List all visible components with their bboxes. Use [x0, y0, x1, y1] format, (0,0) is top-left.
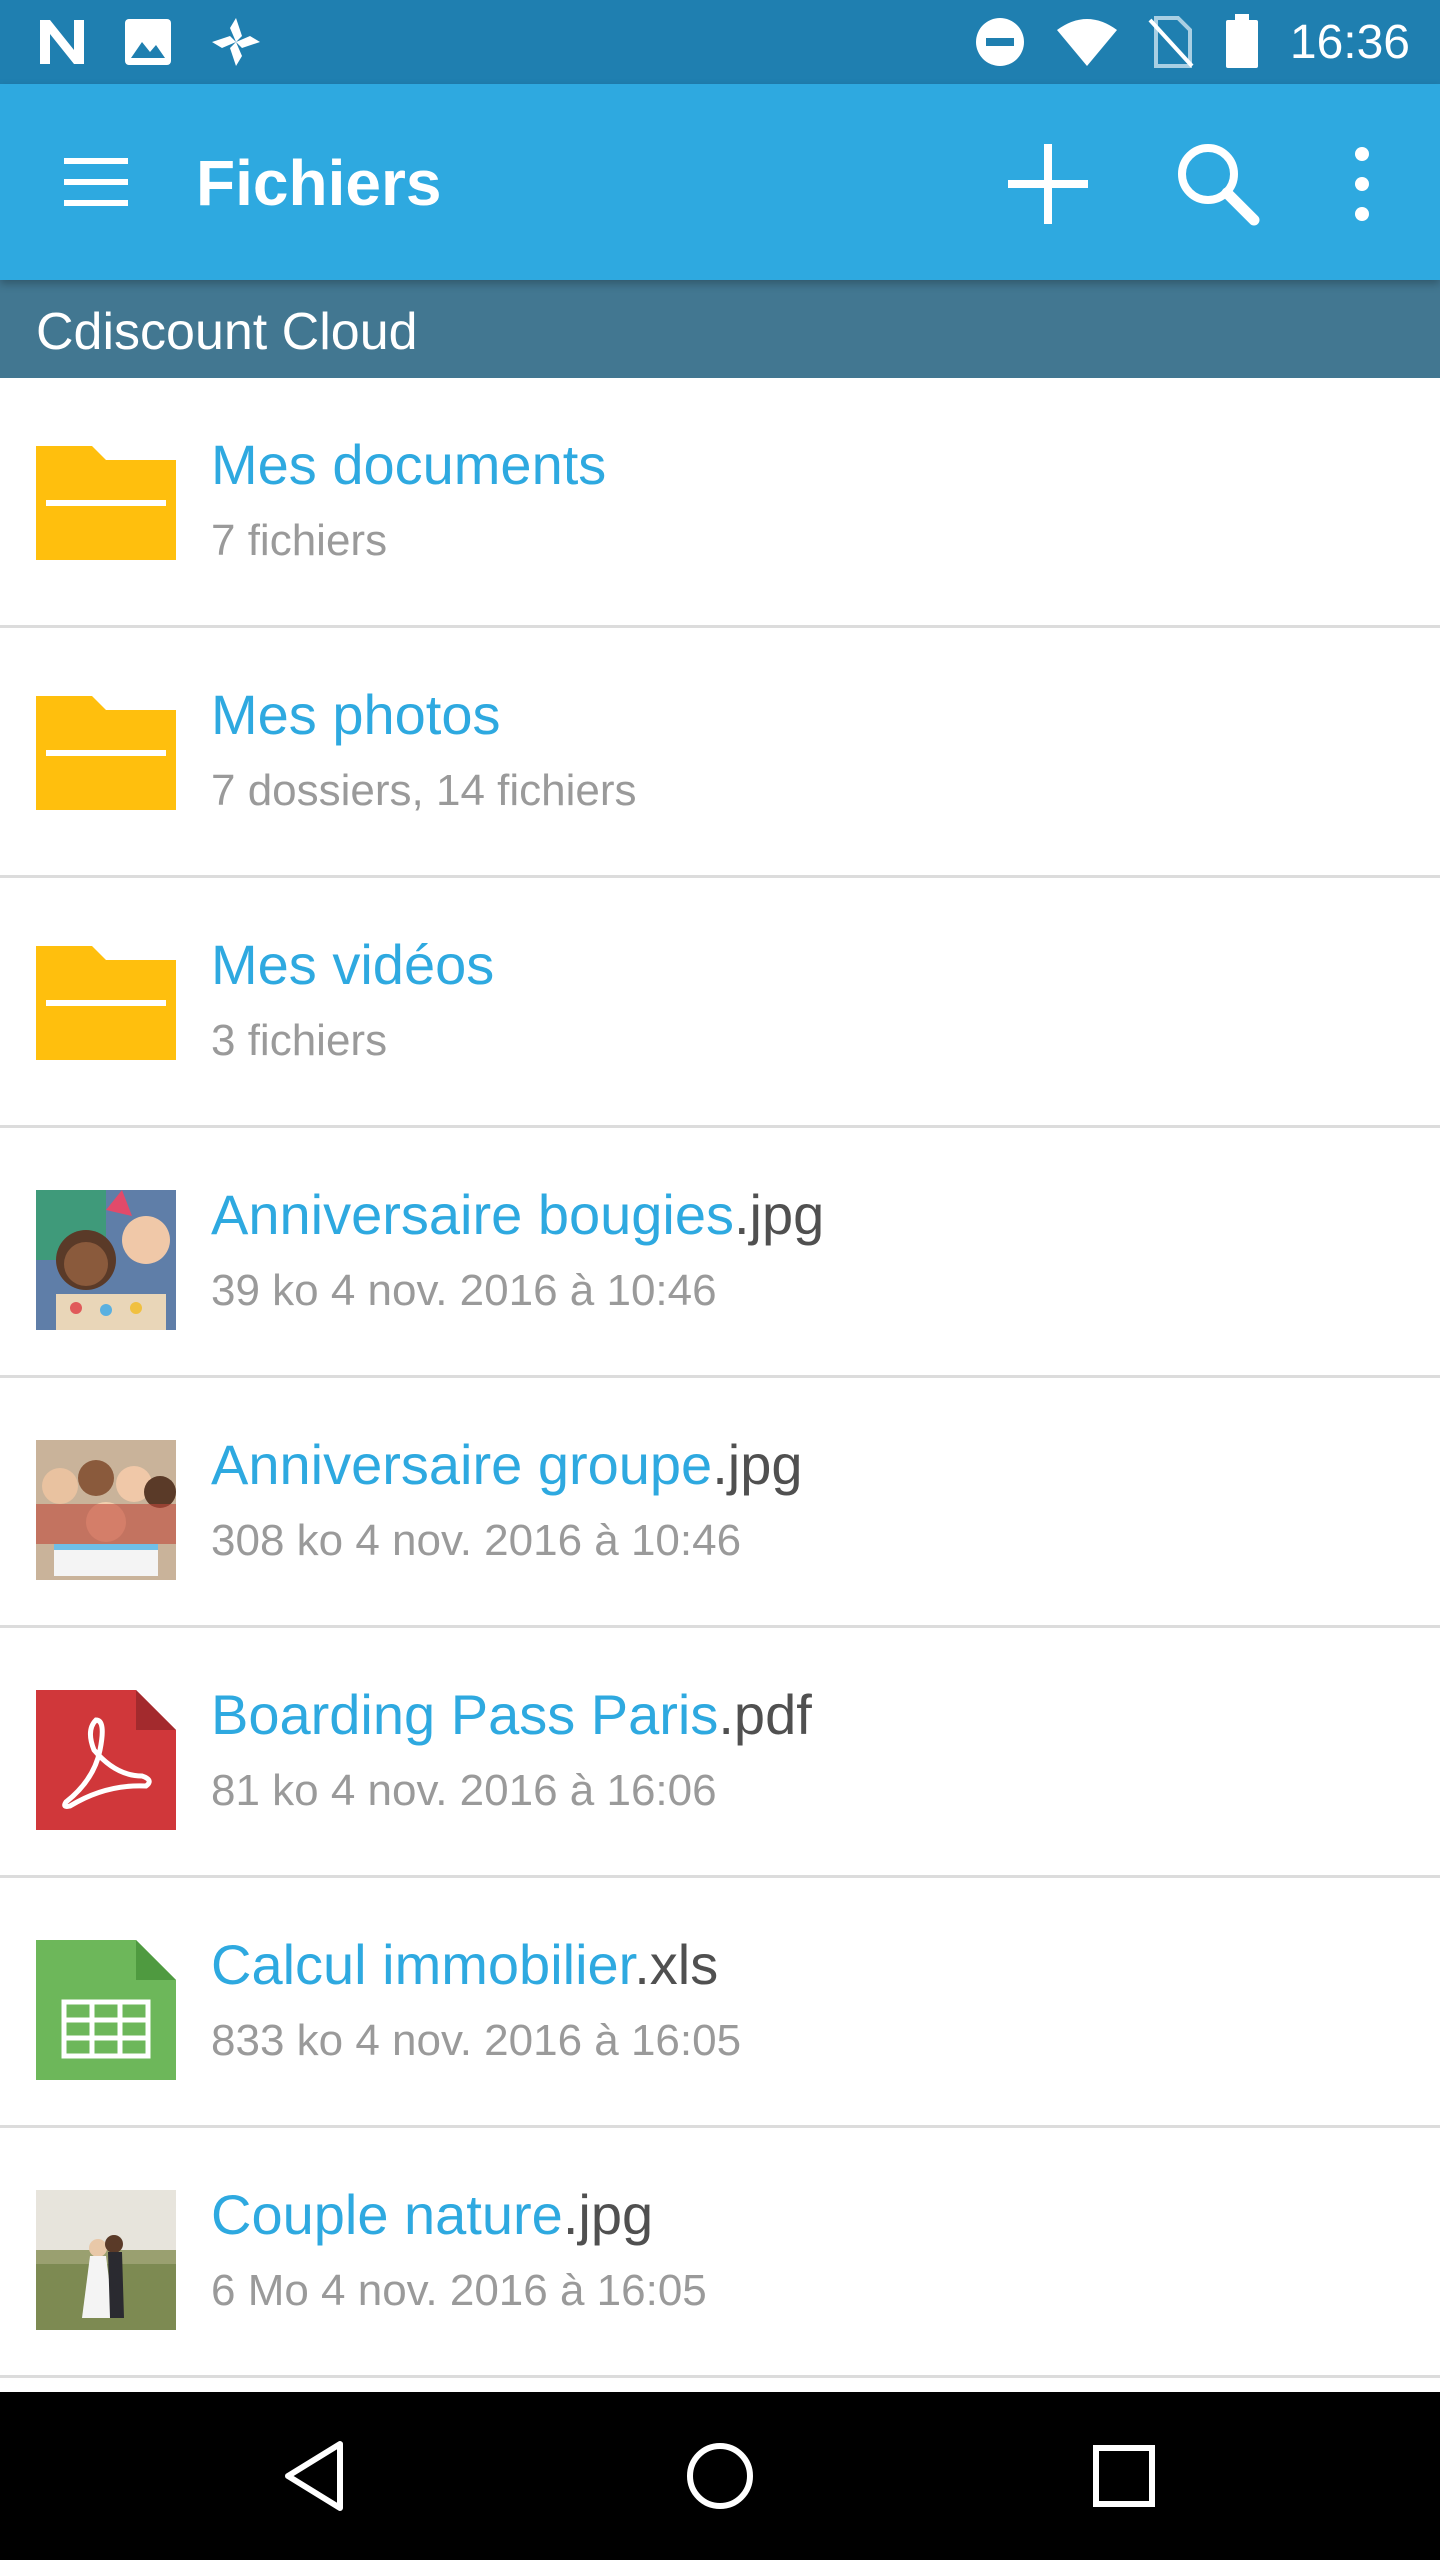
n-notification-icon — [40, 20, 84, 64]
list-item[interactable]: Mes vidéos 3 fichiers — [0, 878, 1440, 1128]
file-name: Mes vidéos — [211, 933, 495, 996]
list-item[interactable]: Boarding Pass Paris.pdf 81 ko 4 nov. 201… — [0, 1628, 1440, 1878]
file-meta: 7 fichiers — [211, 516, 388, 565]
do-not-disturb-icon — [975, 18, 1024, 66]
folder-icon — [36, 446, 176, 560]
file-name: Mes documents — [211, 433, 607, 496]
page-title: Fichiers — [196, 147, 442, 219]
add-icon[interactable] — [1000, 136, 1096, 232]
back-icon[interactable] — [274, 2434, 358, 2518]
pdf-file-icon — [36, 1690, 176, 1830]
app-bar: Fichiers — [0, 84, 1440, 280]
file-name: Anniversaire bougies.jpg — [211, 1183, 825, 1246]
file-meta: 7 dossiers, 14 fichiers — [211, 766, 637, 815]
list-item[interactable]: Couple nature.jpg 6 Mo 4 nov. 2016 à 16:… — [0, 2128, 1440, 2378]
status-bar: 16:36 — [0, 0, 1440, 84]
photo-thumbnail — [36, 1190, 176, 1330]
battery-icon — [1225, 14, 1258, 68]
no-sim-icon — [1148, 16, 1194, 68]
more-vert-icon[interactable] — [1350, 136, 1374, 232]
menu-icon[interactable] — [60, 154, 132, 210]
list-item[interactable]: Anniversaire bougies.jpg 39 ko 4 nov. 20… — [0, 1128, 1440, 1378]
list-item[interactable]: Mes photos 7 dossiers, 14 fichiers — [0, 628, 1440, 878]
list-item[interactable]: Mes documents 7 fichiers — [0, 378, 1440, 628]
pinwheel-notification-icon — [212, 18, 260, 66]
list-item[interactable]: Anniversaire groupe.jpg 308 ko 4 nov. 20… — [0, 1378, 1440, 1628]
photo-thumbnail — [36, 2190, 176, 2330]
image-notification-icon — [125, 19, 171, 65]
file-name: Calcul immobilier.xls — [211, 1933, 719, 1996]
file-meta: 3 fichiers — [211, 1016, 388, 1065]
breadcrumb: Cdiscount Cloud — [0, 280, 1440, 378]
clock: 16:36 — [1289, 15, 1410, 69]
folder-icon — [36, 696, 176, 810]
file-meta: 81 ko 4 nov. 2016 à 16:06 — [211, 1766, 717, 1815]
spreadsheet-file-icon — [36, 1940, 176, 2080]
wifi-icon — [1056, 19, 1117, 66]
system-nav-bar — [0, 2392, 1440, 2560]
file-list: Mes documents 7 fichiers Mes photos 7 do… — [0, 378, 1440, 2378]
file-meta: 308 ko 4 nov. 2016 à 10:46 — [211, 1516, 742, 1565]
breadcrumb-label: Cdiscount Cloud — [36, 303, 418, 361]
file-name: Anniversaire groupe.jpg — [211, 1433, 803, 1496]
system-icons: 16:36 — [974, 0, 1410, 84]
folder-icon — [36, 946, 176, 1060]
file-meta: 833 ko 4 nov. 2016 à 16:05 — [211, 2016, 742, 2065]
photo-thumbnail — [36, 1440, 176, 1580]
file-meta: 39 ko 4 nov. 2016 à 10:46 — [211, 1266, 717, 1315]
search-icon[interactable] — [1172, 138, 1262, 228]
list-item[interactable]: Calcul immobilier.xls 833 ko 4 nov. 2016… — [0, 1878, 1440, 2128]
file-name: Couple nature.jpg — [211, 2183, 654, 2246]
file-name: Boarding Pass Paris.pdf — [211, 1683, 812, 1746]
notification-icons — [36, 14, 264, 70]
recents-icon[interactable] — [1082, 2434, 1166, 2518]
home-icon[interactable] — [678, 2434, 762, 2518]
file-meta: 6 Mo 4 nov. 2016 à 16:05 — [211, 2266, 707, 2315]
file-name: Mes photos — [211, 683, 501, 746]
